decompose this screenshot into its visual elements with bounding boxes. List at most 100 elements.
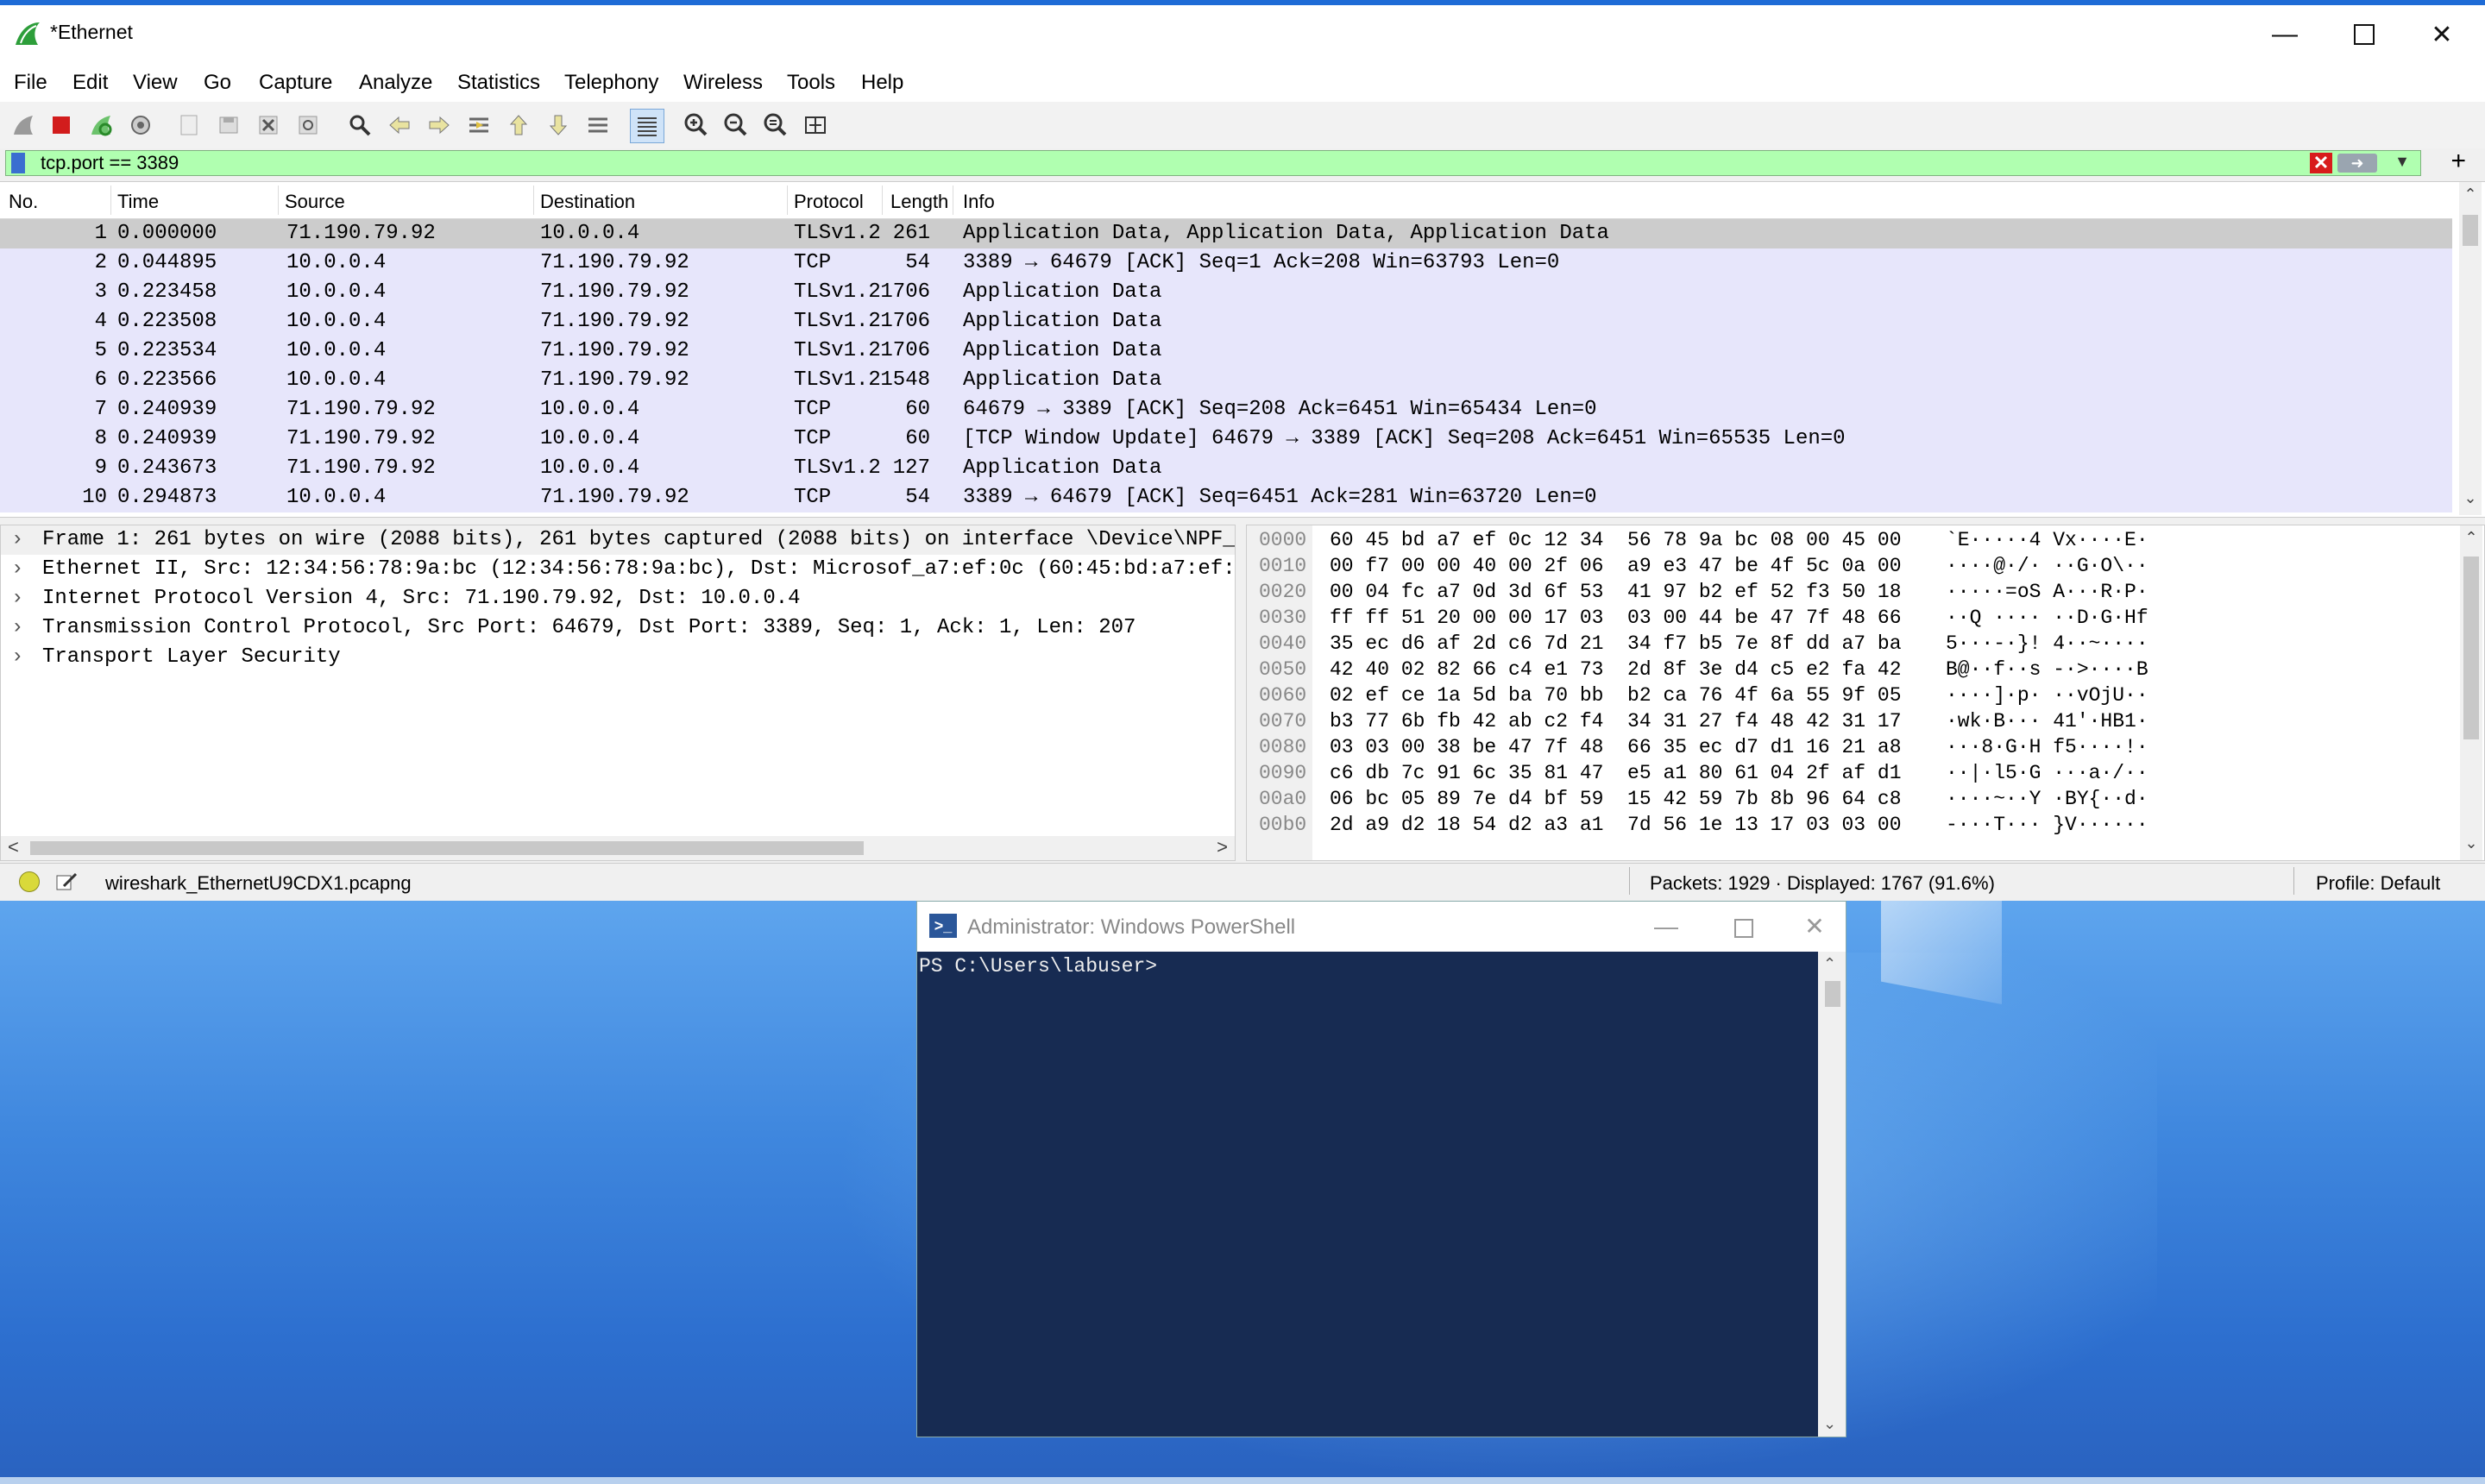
packet-protocol: TCP	[794, 251, 832, 274]
maximize-button[interactable]	[2330, 12, 2399, 57]
go-last-packet-icon[interactable]	[542, 109, 575, 141]
zoom-in-icon[interactable]	[680, 109, 713, 141]
minimize-button[interactable]: —	[2250, 12, 2319, 57]
col-no[interactable]: No.	[9, 191, 38, 213]
packet-row[interactable]: 7 0.240939 71.190.79.92 10.0.0.4 TCP 60 64679 …	[0, 395, 2452, 424]
display-filter-input[interactable]: tcp.port == 3389 ✕ ➜ ▼	[5, 150, 2421, 176]
col-protocol[interactable]: Protocol	[794, 191, 864, 213]
go-back-icon[interactable]	[383, 109, 416, 141]
profile-label[interactable]: Profile: Default	[2316, 872, 2440, 895]
col-length[interactable]: Length	[890, 191, 948, 213]
menu-help[interactable]: Help	[856, 64, 909, 102]
scroll-thumb[interactable]	[2463, 556, 2479, 739]
col-info[interactable]: Info	[963, 191, 995, 213]
detail-text: Transmission Control Protocol, Src Port:…	[42, 616, 1136, 639]
scroll-down-icon[interactable]: ⌄	[2460, 834, 2482, 857]
detail-tree-item[interactable]: › Internet Protocol Version 4, Src: 71.19…	[1, 584, 1235, 613]
powershell-title-bar[interactable]: >_ Administrator: Windows PowerShell — ✕	[917, 902, 1846, 952]
packet-row[interactable]: 10 0.294873 10.0.0.4 71.190.79.92 TCP 54 3389 …	[0, 483, 2452, 512]
menu-go[interactable]: Go	[198, 64, 236, 102]
expand-chevron-icon[interactable]: ›	[11, 525, 23, 555]
expand-chevron-icon[interactable]: ›	[11, 584, 23, 613]
powershell-console[interactable]: PS C:\Users\labuser>	[917, 952, 1818, 1437]
go-to-packet-icon[interactable]	[462, 109, 495, 141]
filter-text[interactable]: tcp.port == 3389	[41, 151, 179, 175]
menu-statistics[interactable]: Statistics	[452, 64, 545, 102]
packet-row[interactable]: 4 0.223508 10.0.0.4 71.190.79.92 TLSv1.2 1706…	[0, 307, 2452, 336]
close-button[interactable]: ✕	[2407, 12, 2476, 57]
bookmark-icon[interactable]	[11, 153, 25, 173]
start-capture-icon[interactable]	[7, 109, 40, 141]
detail-tree-item[interactable]: › Frame 1: 261 bytes on wire (2088 bits),…	[1, 525, 1235, 555]
packet-row[interactable]: 6 0.223566 10.0.0.4 71.190.79.92 TLSv1.2 1548…	[0, 366, 2452, 395]
scroll-down-icon[interactable]: ⌄	[1823, 1415, 1836, 1433]
edit-comment-icon[interactable]	[55, 871, 78, 893]
ps-close-button[interactable]: ✕	[1780, 905, 1849, 948]
col-source[interactable]: Source	[285, 191, 345, 213]
scroll-up-icon[interactable]: ⌃	[1823, 955, 1836, 973]
filter-history-chevron-icon[interactable]: ▼	[2394, 153, 2410, 171]
zoom-out-icon[interactable]	[720, 109, 752, 141]
go-forward-icon[interactable]	[423, 109, 456, 141]
detail-tree-item[interactable]: › Transmission Control Protocol, Src Port…	[1, 613, 1235, 643]
expand-chevron-icon[interactable]: ›	[11, 643, 23, 672]
normal-size-icon[interactable]	[759, 109, 792, 141]
packet-row[interactable]: 1 0.000000 71.190.79.92 10.0.0.4 TLSv1.2 261 A…	[0, 219, 2452, 248]
menu-wireless[interactable]: Wireless	[678, 64, 768, 102]
expand-chevron-icon[interactable]: ›	[11, 613, 23, 643]
restart-capture-icon[interactable]	[85, 109, 117, 141]
col-time[interactable]: Time	[117, 191, 159, 213]
menu-file[interactable]: File	[9, 64, 53, 102]
close-file-icon[interactable]	[252, 109, 285, 141]
packet-time: 0.000000	[117, 222, 217, 245]
capture-options-icon[interactable]	[124, 109, 157, 141]
auto-scroll-icon[interactable]	[582, 109, 614, 141]
packet-row[interactable]: 2 0.044895 10.0.0.4 71.190.79.92 TCP 54 3389 →…	[0, 248, 2452, 278]
menu-view[interactable]: View	[128, 64, 183, 102]
clear-filter-icon[interactable]: ✕	[2310, 153, 2332, 173]
ps-scrollbar[interactable]: ⌃ ⌄	[1818, 952, 1846, 1437]
hex-offset: 0090	[1259, 762, 1307, 784]
menu-telephony[interactable]: Telephony	[559, 64, 664, 102]
colorize-icon[interactable]	[630, 109, 664, 143]
packet-list-scrollbar[interactable]: ⌃ ⌄	[2459, 182, 2482, 515]
ps-minimize-button[interactable]: —	[1632, 905, 1701, 948]
stop-capture-icon[interactable]	[45, 109, 78, 141]
expert-info-led-icon[interactable]	[19, 871, 40, 892]
hex-offset: 0080	[1259, 736, 1307, 758]
packet-row[interactable]: 9 0.243673 71.190.79.92 10.0.0.4 TLSv1.2 127 A…	[0, 454, 2452, 483]
menu-edit[interactable]: Edit	[67, 64, 113, 102]
scroll-right-icon[interactable]: >	[1217, 836, 1228, 858]
col-destination[interactable]: Destination	[540, 191, 635, 213]
go-first-packet-icon[interactable]	[502, 109, 535, 141]
reload-file-icon[interactable]	[292, 109, 324, 141]
hscroll-thumb[interactable]	[30, 841, 864, 855]
scroll-up-icon[interactable]: ⌃	[2460, 529, 2482, 551]
scroll-thumb[interactable]	[2463, 215, 2478, 246]
scroll-thumb[interactable]	[1825, 981, 1840, 1007]
open-file-icon[interactable]	[173, 109, 205, 141]
scroll-down-icon[interactable]: ⌄	[2459, 489, 2482, 512]
save-file-icon[interactable]	[212, 109, 245, 141]
apply-filter-arrow-icon[interactable]: ➜	[2337, 154, 2377, 173]
menu-tools[interactable]: Tools	[782, 64, 840, 102]
packet-row[interactable]: 8 0.240939 71.190.79.92 10.0.0.4 TCP 60 [TCP W…	[0, 424, 2452, 454]
scroll-left-icon[interactable]: <	[8, 836, 19, 858]
detail-tree-item[interactable]: › Transport Layer Security	[1, 643, 1235, 672]
menu-capture[interactable]: Capture	[254, 64, 337, 102]
hex-offset: 0000	[1259, 529, 1307, 551]
bytes-scrollbar[interactable]: ⌃ ⌄	[2460, 525, 2482, 860]
menu-analyze[interactable]: Analyze	[354, 64, 437, 102]
details-hscrollbar[interactable]: < >	[1, 836, 1235, 860]
add-filter-button-icon[interactable]: +	[2450, 148, 2466, 174]
packet-row[interactable]: 5 0.223534 10.0.0.4 71.190.79.92 TLSv1.2 1706…	[0, 336, 2452, 366]
packet-destination: 71.190.79.92	[540, 486, 689, 509]
find-packet-icon[interactable]	[343, 109, 376, 141]
expand-chevron-icon[interactable]: ›	[11, 555, 23, 584]
ps-maximize-button[interactable]	[1709, 905, 1778, 948]
resize-columns-icon[interactable]	[799, 109, 832, 141]
scroll-up-icon[interactable]: ⌃	[2459, 186, 2482, 208]
packet-row[interactable]: 3 0.223458 10.0.0.4 71.190.79.92 TLSv1.2 1706…	[0, 278, 2452, 307]
detail-tree-item[interactable]: › Ethernet II, Src: 12:34:56:78:9a:bc (12…	[1, 555, 1235, 584]
title-bar[interactable]: *Ethernet — ✕	[0, 5, 2485, 64]
